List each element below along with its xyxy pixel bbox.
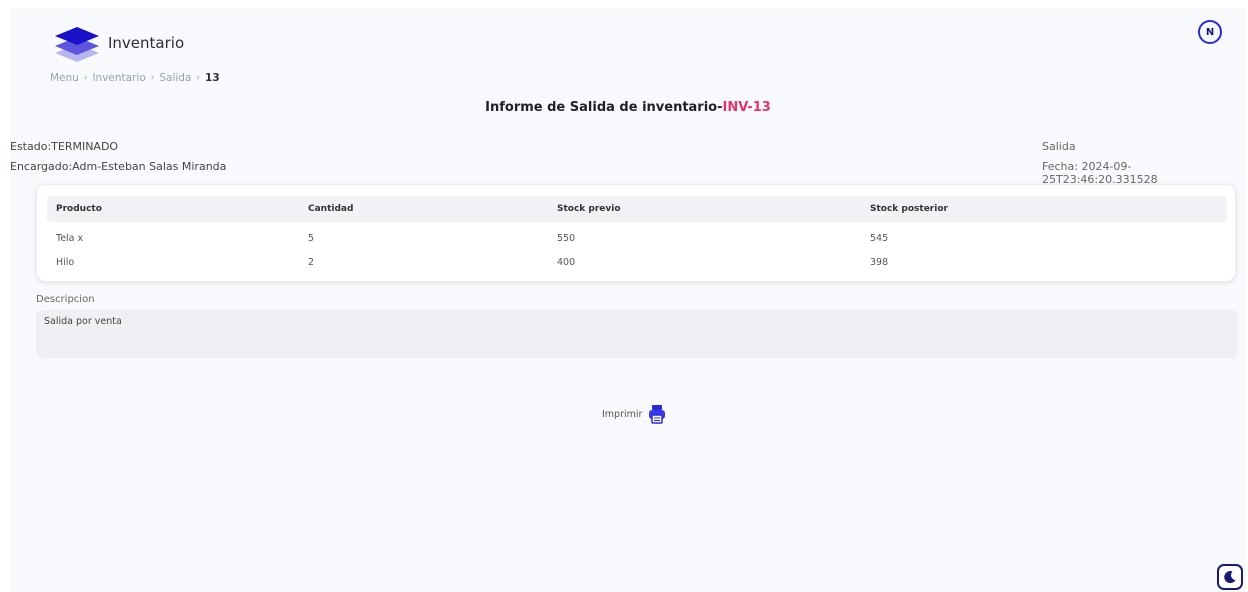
report-title-prefix: Informe de Salida de inventario- <box>485 100 723 115</box>
layers-icon <box>55 27 99 62</box>
descripcion-label: Descripcion <box>36 294 95 305</box>
chevron-right-icon: › <box>83 73 88 83</box>
header-stock-previo: Stock previo <box>557 204 621 214</box>
products-table: Producto Cantidad Stock previo Stock pos… <box>36 184 1236 282</box>
cell-cantidad: 5 <box>308 233 315 244</box>
encargado-text: Encargado:Adm-Esteban Salas Miranda <box>10 160 227 173</box>
cell-stock-previo: 400 <box>557 257 576 268</box>
report-title: Informe de Salida de inventario-INV-13 <box>10 100 1246 115</box>
printer-icon[interactable] <box>648 404 666 424</box>
fecha-text: Fecha: 2024-09-25T23:46:20.331528 <box>1042 160 1158 186</box>
cell-producto: Tela x <box>56 233 84 244</box>
header-cantidad: Cantidad <box>308 204 354 214</box>
table-row: Hilo 2 400 398 <box>47 253 1227 273</box>
avatar-initial: N <box>1205 26 1215 38</box>
table-header: Producto Cantidad Stock previo Stock pos… <box>47 196 1227 222</box>
cell-stock-previo: 550 <box>557 233 576 244</box>
report-code: INV-13 <box>722 100 771 115</box>
theme-toggle-button[interactable] <box>1217 564 1243 590</box>
header-stock-posterior: Stock posterior <box>870 204 948 214</box>
descripcion-value: Salida por venta <box>44 316 122 327</box>
table-row: Tela x 5 550 545 <box>47 229 1227 249</box>
breadcrumb-inventario[interactable]: Inventario <box>92 72 145 84</box>
tipo-text: Salida <box>1042 140 1076 153</box>
moon-icon <box>1224 571 1236 584</box>
page: Inventario N Menu › Inventario › Salida … <box>10 8 1246 592</box>
descripcion-field[interactable]: Salida por venta <box>36 310 1238 358</box>
app-title: Inventario <box>108 34 185 52</box>
header-producto: Producto <box>56 204 102 214</box>
user-avatar[interactable]: N <box>1198 20 1222 44</box>
chevron-right-icon: › <box>150 73 155 83</box>
breadcrumb-menu[interactable]: Menu <box>50 72 79 84</box>
breadcrumb-salida[interactable]: Salida <box>159 72 191 84</box>
cell-producto: Hilo <box>56 257 75 268</box>
print-button[interactable]: Imprimir <box>602 404 666 424</box>
estado-text: Estado:TERMINADO <box>10 140 119 153</box>
cell-stock-posterior: 545 <box>870 233 889 244</box>
print-label: Imprimir <box>602 408 643 420</box>
breadcrumb: Menu › Inventario › Salida › 13 <box>50 72 220 84</box>
cell-stock-posterior: 398 <box>870 257 889 268</box>
chevron-right-icon: › <box>196 73 201 83</box>
cell-cantidad: 2 <box>308 257 315 268</box>
breadcrumb-current: 13 <box>205 72 220 84</box>
